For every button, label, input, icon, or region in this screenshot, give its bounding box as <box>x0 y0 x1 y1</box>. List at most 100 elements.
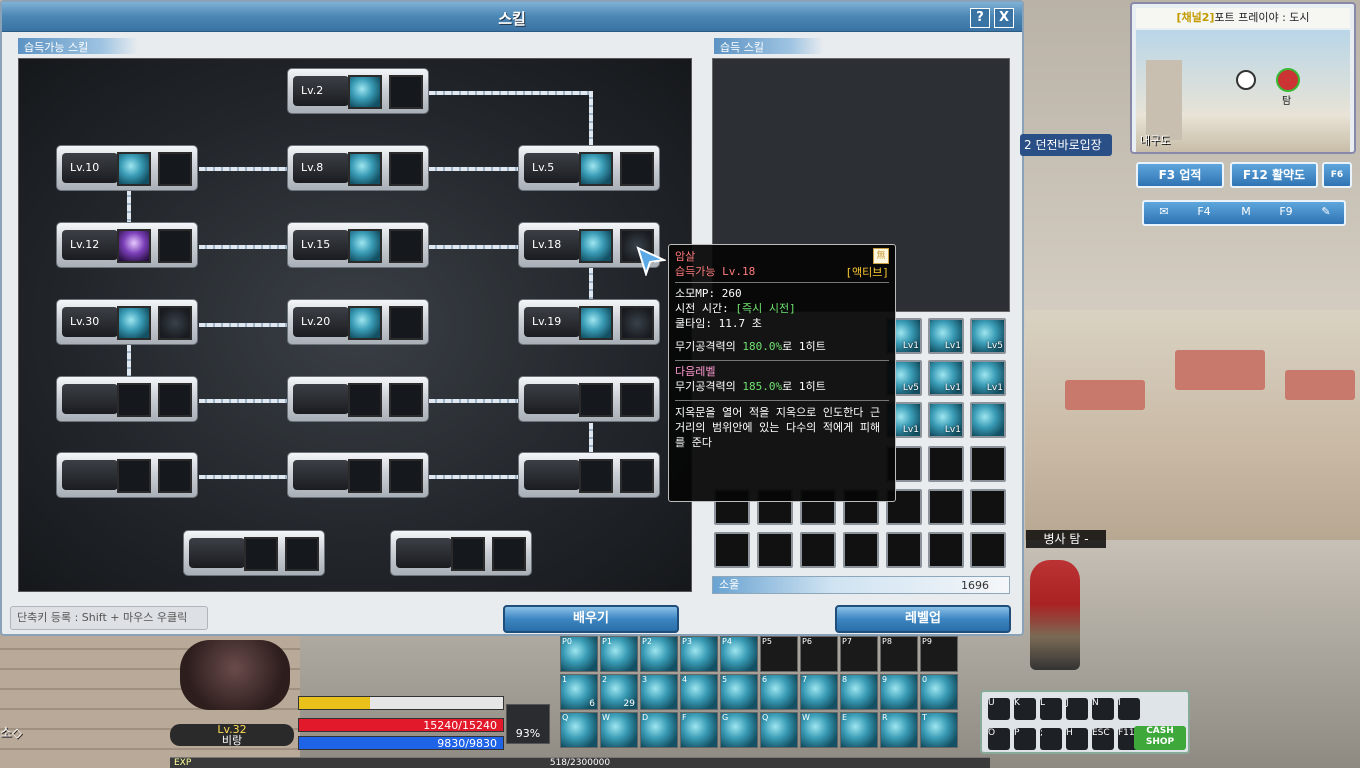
quickslot[interactable]: P8 <box>880 636 918 672</box>
empty-slot[interactable] <box>800 532 836 568</box>
quickslot[interactable]: 3 <box>640 674 678 710</box>
empty-slot[interactable] <box>970 489 1006 525</box>
minimap-view[interactable]: 탐 내구도 <box>1136 30 1350 152</box>
quickslot[interactable]: W <box>800 712 838 748</box>
skill-icon[interactable] <box>579 306 613 340</box>
empty-skill-slot[interactable] <box>389 229 423 263</box>
quickslot[interactable]: 7 <box>800 674 838 710</box>
skill-node-lv19[interactable]: Lv.19 <box>518 299 660 345</box>
empty-slot[interactable] <box>928 532 964 568</box>
quickslot[interactable]: P0 <box>560 636 598 672</box>
skill-node-lv2[interactable]: Lv.2 <box>287 68 429 114</box>
quickslot[interactable]: P9 <box>920 636 958 672</box>
skill-icon[interactable] <box>348 306 382 340</box>
quickslot[interactable]: 8 <box>840 674 878 710</box>
learned-skill-slot[interactable]: Lv1 <box>928 318 964 354</box>
quickslot[interactable]: P5 <box>760 636 798 672</box>
quickslot[interactable]: Q <box>760 712 798 748</box>
locked-skill-icon[interactable] <box>158 306 192 340</box>
empty-skill-slot[interactable] <box>158 229 192 263</box>
empty-slot[interactable] <box>843 532 879 568</box>
menu-shortcut[interactable]: U <box>988 698 1010 720</box>
empty-slot[interactable] <box>970 446 1006 482</box>
activity-button[interactable]: F12 활약도 <box>1230 162 1318 188</box>
skill-icon[interactable] <box>117 229 151 263</box>
skill-icon[interactable] <box>579 152 613 186</box>
quickslot[interactable]: F <box>680 712 718 748</box>
quickslot[interactable]: 6 <box>760 674 798 710</box>
empty-slot[interactable] <box>970 532 1006 568</box>
note-icon[interactable]: ✎ <box>1312 205 1340 223</box>
dungeon-entry-button[interactable]: 2 던전바로입장 <box>1020 134 1112 156</box>
skill-node-lv30[interactable]: Lv.30 <box>56 299 198 345</box>
learned-skill-slot[interactable]: Lv5 <box>970 318 1006 354</box>
quickslot[interactable]: W <box>600 712 638 748</box>
quickslot[interactable]: R <box>880 712 918 748</box>
skill-node-lv10[interactable]: Lv.10 <box>56 145 198 191</box>
empty-slot[interactable] <box>886 532 922 568</box>
menu-shortcut[interactable]: ; <box>1040 728 1062 750</box>
skill-node-lv15[interactable]: Lv.15 <box>287 222 429 268</box>
menu-shortcut[interactable]: ESC <box>1092 728 1114 750</box>
locked-skill-icon[interactable] <box>620 306 654 340</box>
skill-icon[interactable] <box>348 152 382 186</box>
quickslot[interactable]: P3 <box>680 636 718 672</box>
menu-shortcut[interactable]: H <box>1066 728 1088 750</box>
quickslot[interactable]: 0 <box>920 674 958 710</box>
learned-skill-slot[interactable]: Lv1 <box>928 402 964 438</box>
learned-skill-slot[interactable]: Lv1 <box>970 360 1006 396</box>
quickslot[interactable]: Q <box>560 712 598 748</box>
levelup-button[interactable]: 레벨업 <box>835 605 1011 633</box>
skill-icon[interactable] <box>117 152 151 186</box>
skill-node-lv12[interactable]: Lv.12 <box>56 222 198 268</box>
learned-skill-slot[interactable] <box>970 402 1006 438</box>
quickslot[interactable]: 4 <box>680 674 718 710</box>
quickslot[interactable]: 16 <box>560 674 598 710</box>
f9-icon[interactable]: F9 <box>1272 205 1300 223</box>
skill-icon[interactable] <box>579 229 613 263</box>
map-icon[interactable]: M <box>1232 205 1260 223</box>
learned-skill-slot[interactable]: Lv1 <box>928 360 964 396</box>
close-button[interactable]: X <box>994 8 1014 28</box>
empty-skill-slot[interactable] <box>389 306 423 340</box>
skill-icon[interactable] <box>348 229 382 263</box>
mail-icon[interactable]: ✉ <box>1150 205 1178 223</box>
quickslot[interactable]: P1 <box>600 636 638 672</box>
skill-node-lv20[interactable]: Lv.20 <box>287 299 429 345</box>
menu-shortcut[interactable]: P <box>1014 728 1036 750</box>
help-button[interactable]: ? <box>970 8 990 28</box>
quickslot[interactable]: E <box>840 712 878 748</box>
skill-node-lv5[interactable]: Lv.5 <box>518 145 660 191</box>
quickslot[interactable]: T <box>920 712 958 748</box>
cash-shop-button[interactable]: CASH SHOP <box>1134 726 1186 750</box>
achievement-button[interactable]: F3 업적 <box>1136 162 1224 188</box>
skill-icon[interactable] <box>117 306 151 340</box>
quickslot[interactable]: P6 <box>800 636 838 672</box>
quickslot[interactable]: P4 <box>720 636 758 672</box>
quickslot[interactable]: 2 29 <box>600 674 638 710</box>
menu-shortcut[interactable]: J <box>1066 698 1088 720</box>
menu-shortcut[interactable]: L <box>1040 698 1062 720</box>
skill-icon[interactable] <box>348 75 382 109</box>
menu-shortcut[interactable]: O <box>988 728 1010 750</box>
quickslot[interactable]: 9 <box>880 674 918 710</box>
quickslot[interactable]: P7 <box>840 636 878 672</box>
empty-skill-slot[interactable] <box>389 152 423 186</box>
menu-shortcut[interactable]: N <box>1092 698 1114 720</box>
quickslot[interactable]: 5 <box>720 674 758 710</box>
empty-skill-slot[interactable] <box>389 75 423 109</box>
quickslot[interactable]: G <box>720 712 758 748</box>
menu-shortcut[interactable]: I <box>1118 698 1140 720</box>
empty-skill-slot[interactable] <box>620 152 654 186</box>
f6-button[interactable]: F6 <box>1322 162 1352 188</box>
quickslot[interactable]: D <box>640 712 678 748</box>
window-titlebar[interactable]: 스킬 ? X <box>2 2 1022 32</box>
empty-slot[interactable] <box>928 446 964 482</box>
learn-button[interactable]: 배우기 <box>503 605 679 633</box>
skill-node-lv8[interactable]: Lv.8 <box>287 145 429 191</box>
f4-icon[interactable]: F4 <box>1190 205 1218 223</box>
empty-slot[interactable] <box>928 489 964 525</box>
empty-slot[interactable] <box>714 532 750 568</box>
menu-shortcut[interactable]: K <box>1014 698 1036 720</box>
quickslot[interactable]: P2 <box>640 636 678 672</box>
